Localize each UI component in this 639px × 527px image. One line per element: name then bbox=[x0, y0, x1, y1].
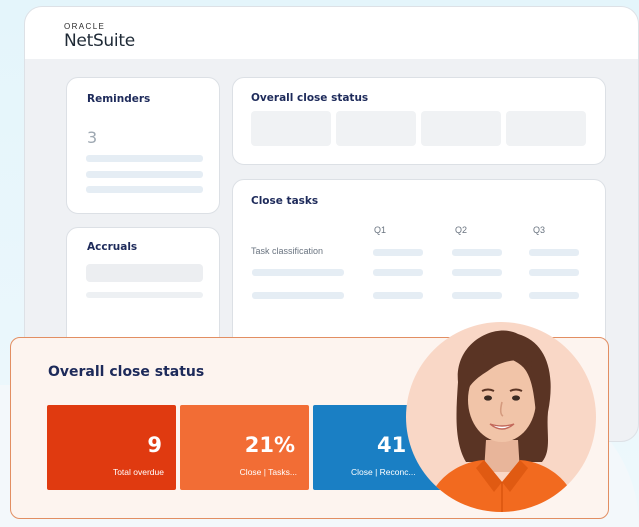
placeholder-bar bbox=[452, 249, 502, 256]
placeholder-bar bbox=[452, 292, 502, 299]
reminders-title: Reminders bbox=[87, 93, 151, 105]
status-placeholder bbox=[251, 111, 331, 146]
netsuite-wordmark: NetSuite bbox=[64, 31, 135, 51]
placeholder-bar bbox=[529, 269, 579, 276]
placeholder-block bbox=[86, 264, 203, 282]
placeholder-bar bbox=[373, 269, 423, 276]
placeholder-bar bbox=[252, 292, 344, 299]
column-header-q2: Q2 bbox=[455, 225, 468, 235]
placeholder-bar bbox=[373, 292, 423, 299]
close-tasks-title: Close tasks bbox=[251, 195, 319, 207]
overall-close-status-title: Overall close status bbox=[251, 92, 369, 104]
tile-label: Total overdue bbox=[112, 467, 164, 477]
tile-value: 21% bbox=[244, 433, 295, 457]
app-header: ORACLE NetSuite bbox=[25, 7, 638, 59]
overall-close-status-card[interactable]: Overall close status bbox=[232, 77, 606, 165]
tile-value: 41 bbox=[377, 433, 407, 457]
reminders-card[interactable]: Reminders 3 bbox=[66, 77, 220, 214]
placeholder-bar bbox=[252, 269, 344, 276]
person-illustration bbox=[426, 330, 578, 512]
tile-label: Close | Tasks... bbox=[239, 467, 297, 477]
reminders-count: 3 bbox=[87, 128, 98, 147]
placeholder-bar bbox=[86, 186, 203, 193]
status-placeholder bbox=[336, 111, 416, 146]
placeholder-bar bbox=[529, 249, 579, 256]
status-panel-title: Overall close status bbox=[48, 364, 205, 380]
placeholder-bar bbox=[529, 292, 579, 299]
tile-total-overdue[interactable]: 9 Total overdue bbox=[47, 405, 176, 490]
tile-value: 9 bbox=[147, 433, 162, 457]
placeholder-bar bbox=[452, 269, 502, 276]
status-placeholder bbox=[506, 111, 586, 146]
user-avatar-photo bbox=[406, 322, 596, 512]
placeholder-bar bbox=[373, 249, 423, 256]
status-placeholder bbox=[421, 111, 501, 146]
placeholder-bar bbox=[86, 292, 203, 298]
column-header-q3: Q3 bbox=[533, 225, 546, 235]
accruals-title: Accruals bbox=[87, 241, 138, 253]
netsuite-logo[interactable]: ORACLE NetSuite bbox=[64, 22, 135, 51]
placeholder-bar bbox=[86, 171, 203, 178]
tile-close-tasks[interactable]: 21% Close | Tasks... bbox=[180, 405, 309, 490]
placeholder-bar bbox=[86, 155, 203, 162]
oracle-wordmark: ORACLE bbox=[64, 22, 106, 31]
task-classification-label: Task classification bbox=[251, 246, 324, 256]
column-header-q1: Q1 bbox=[374, 225, 387, 235]
